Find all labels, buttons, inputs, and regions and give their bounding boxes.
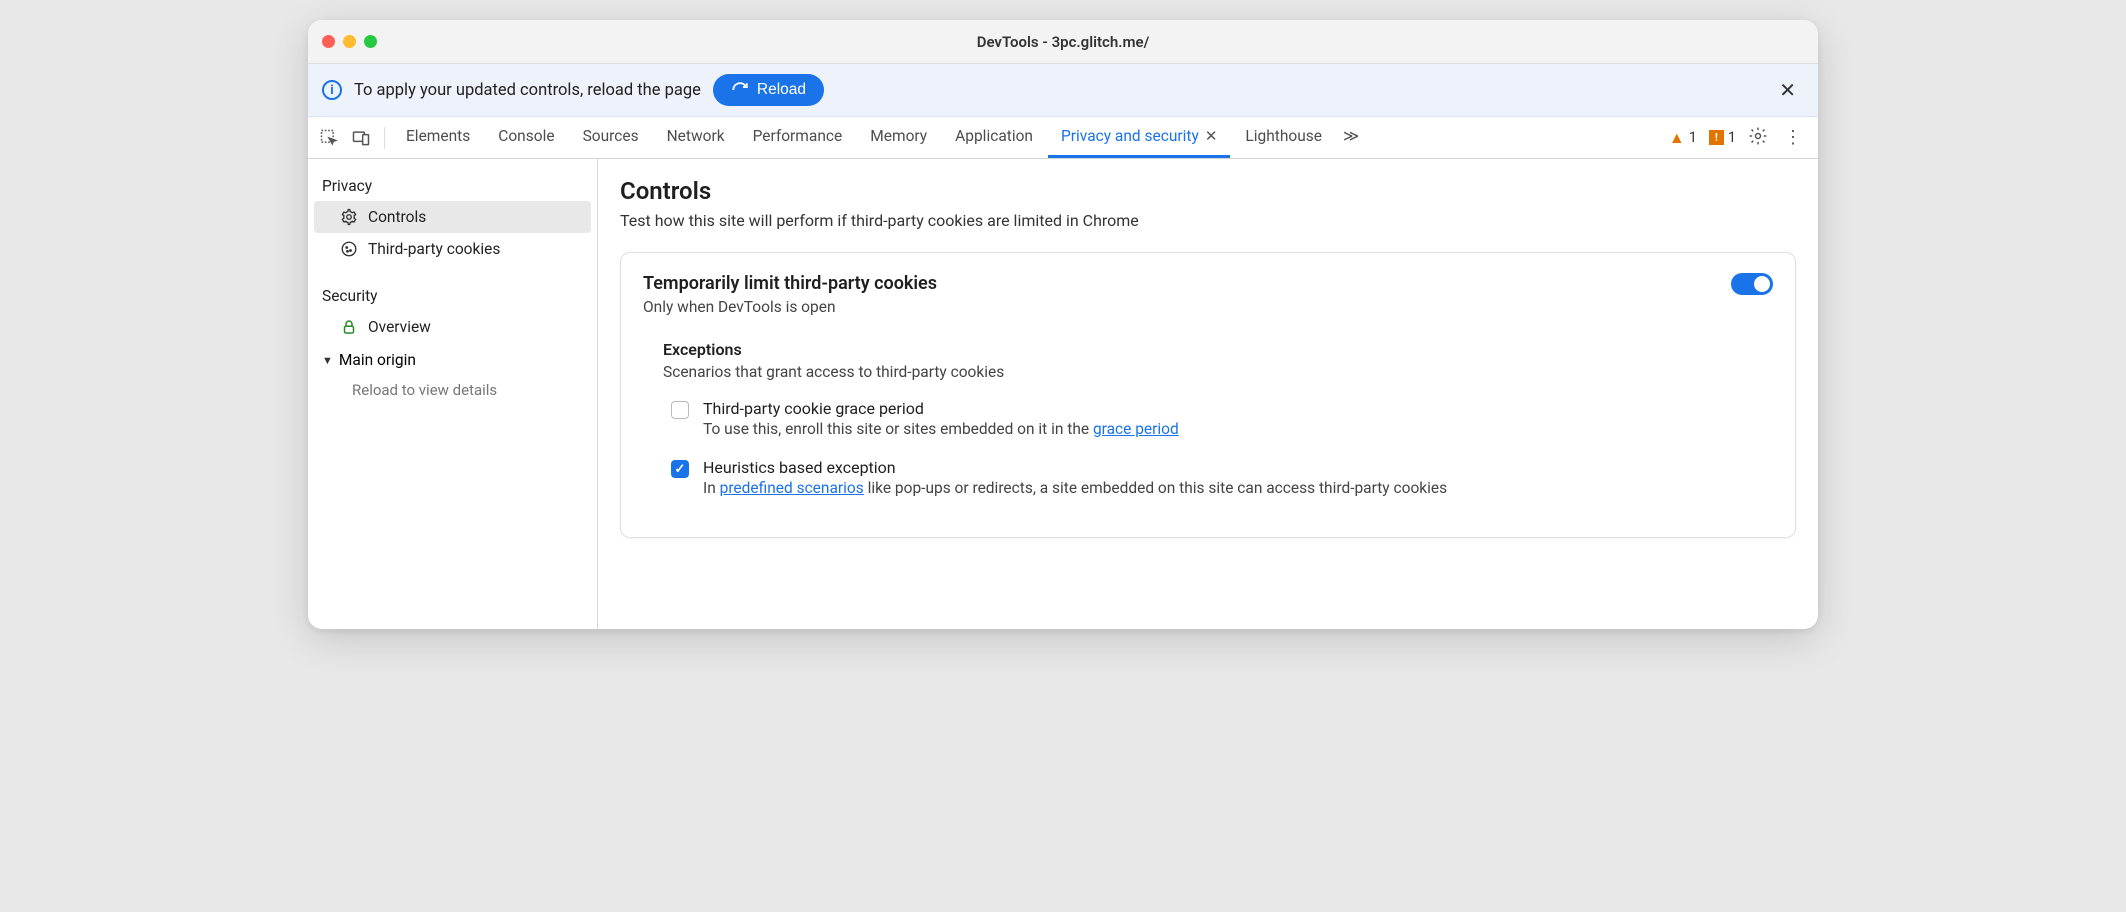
window-title: DevTools - 3pc.glitch.me/ — [308, 33, 1818, 51]
tab-network[interactable]: Network — [654, 117, 738, 158]
grace-period-checkbox[interactable] — [671, 401, 689, 419]
tab-console[interactable]: Console — [485, 117, 567, 158]
limit-tpc-toggle[interactable] — [1731, 273, 1773, 295]
tab-memory[interactable]: Memory — [857, 117, 940, 158]
sidebar-item-label: Third-party cookies — [368, 240, 500, 258]
sidebar-item-main-origin[interactable]: ▼ Main origin — [308, 343, 597, 375]
warning-triangle-icon: ▲ — [1669, 128, 1685, 148]
device-toolbar-icon[interactable] — [346, 123, 376, 153]
issues-count: 1 — [1728, 129, 1736, 146]
panel-body: Privacy Controls Third-party cookies Sec… — [308, 159, 1818, 629]
main-content: Controls Test how this site will perform… — [598, 159, 1818, 629]
sidebar-item-controls[interactable]: Controls — [314, 201, 591, 233]
window-minimize-button[interactable] — [343, 35, 356, 48]
exception-desc: To use this, enroll this site or sites e… — [703, 420, 1179, 438]
window-zoom-button[interactable] — [364, 35, 377, 48]
exception-heuristics: Heuristics based exception In predefined… — [663, 458, 1773, 497]
exceptions-subtitle: Scenarios that grant access to third-par… — [663, 363, 1773, 381]
sidebar-item-label: Main origin — [339, 351, 416, 369]
more-menu-icon[interactable]: ⋮ — [1780, 127, 1806, 148]
reload-label: Reload — [757, 81, 806, 99]
tab-elements[interactable]: Elements — [393, 117, 483, 158]
sidebar-item-third-party-cookies[interactable]: Third-party cookies — [308, 233, 597, 265]
exception-desc: In predefined scenarios like pop-ups or … — [703, 479, 1447, 497]
inspect-element-icon[interactable] — [314, 123, 344, 153]
tab-performance[interactable]: Performance — [740, 117, 856, 158]
tab-more[interactable]: ≫ — [1337, 117, 1365, 158]
tab-privacy-security[interactable]: Privacy and security ✕ — [1048, 117, 1230, 158]
issue-flag-icon: ! — [1709, 130, 1724, 145]
card-title: Temporarily limit third-party cookies — [643, 273, 937, 294]
sidebar: Privacy Controls Third-party cookies Sec… — [308, 159, 598, 629]
infobar-text: To apply your updated controls, reload t… — [354, 81, 701, 100]
sidebar-item-label: Controls — [368, 208, 426, 226]
warnings-count: 1 — [1689, 129, 1697, 146]
cookie-icon — [340, 240, 358, 258]
heuristics-checkbox[interactable] — [671, 460, 689, 478]
tab-close-icon[interactable]: ✕ — [1205, 127, 1218, 145]
card-subtitle: Only when DevTools is open — [643, 298, 937, 316]
caret-down-icon: ▼ — [322, 354, 333, 367]
infobar-close-button[interactable]: ✕ — [1771, 74, 1804, 106]
devtools-window: DevTools - 3pc.glitch.me/ i To apply you… — [308, 20, 1818, 629]
exception-label: Heuristics based exception — [703, 458, 1447, 477]
titlebar: DevTools - 3pc.glitch.me/ — [308, 20, 1818, 64]
page-title: Controls — [620, 177, 1796, 205]
reload-button[interactable]: Reload — [713, 74, 824, 106]
limit-tpc-card: Temporarily limit third-party cookies On… — [620, 252, 1796, 538]
exceptions-section: Exceptions Scenarios that grant access t… — [643, 340, 1773, 497]
info-icon: i — [322, 80, 342, 100]
exception-grace-period: Third-party cookie grace period To use t… — [663, 399, 1773, 438]
tab-sources[interactable]: Sources — [570, 117, 652, 158]
settings-gear-icon[interactable] — [1748, 126, 1768, 150]
predefined-scenarios-link[interactable]: predefined scenarios — [720, 479, 864, 497]
traffic-lights — [322, 35, 377, 48]
exception-label: Third-party cookie grace period — [703, 399, 1179, 418]
exceptions-title: Exceptions — [663, 340, 1773, 359]
sidebar-heading-security: Security — [308, 279, 597, 311]
sidebar-heading-privacy: Privacy — [308, 169, 597, 201]
page-subtitle: Test how this site will perform if third… — [620, 211, 1796, 230]
gear-icon — [340, 208, 358, 226]
issues-indicator[interactable]: ! 1 — [1709, 129, 1736, 146]
sidebar-item-label: Overview — [368, 318, 431, 336]
tab-application[interactable]: Application — [942, 117, 1046, 158]
reload-infobar: i To apply your updated controls, reload… — [308, 64, 1818, 117]
sidebar-item-overview[interactable]: Overview — [308, 311, 597, 343]
warnings-indicator[interactable]: ▲ 1 — [1669, 128, 1697, 148]
grace-period-link[interactable]: grace period — [1093, 420, 1179, 438]
tab-lighthouse[interactable]: Lighthouse — [1232, 117, 1335, 158]
window-close-button[interactable] — [322, 35, 335, 48]
tabbar: Elements Console Sources Network Perform… — [308, 117, 1818, 159]
sidebar-main-origin-detail: Reload to view details — [308, 375, 597, 405]
lock-icon — [340, 318, 358, 336]
reload-icon — [731, 81, 749, 99]
